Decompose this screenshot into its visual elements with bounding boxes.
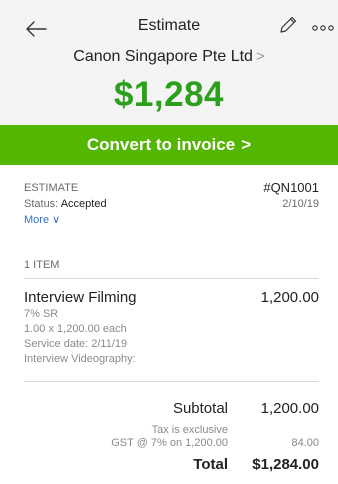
document-type: ESTIMATE	[24, 182, 79, 194]
subtotal-value: 1,200.00	[260, 400, 319, 417]
line-item-service-date: Service date: 2/11/19	[24, 338, 128, 350]
line-item-description: Interview Videography:	[24, 353, 136, 365]
line-item-name: Interview Filming	[24, 289, 137, 306]
more-link[interactable]: More ∨	[24, 212, 107, 228]
tax-note: Tax is exclusive	[151, 424, 228, 436]
convert-to-invoice-button[interactable]: Convert to invoice >	[0, 125, 338, 165]
estimate-header: Estimate Canon Singapore Pte Ltd > $1,284	[0, 0, 338, 125]
item-count: 1 ITEM	[24, 259, 60, 271]
status-value: Accepted	[60, 198, 107, 210]
chevron-right-icon: >	[241, 135, 252, 154]
gst-label: GST @ 7% on 1,200.00	[111, 437, 228, 449]
divider	[24, 381, 319, 382]
pencil-icon[interactable]	[277, 14, 299, 36]
chevron-down-icon: ∨	[52, 214, 61, 226]
line-item-tax-code: 7% SR	[24, 308, 59, 320]
chevron-right-icon: >	[255, 48, 265, 65]
estimate-number: #QN1001	[263, 180, 319, 195]
line-item-quantity: 1.00 x 1,200.00 each	[24, 323, 127, 335]
total-value: $1,284.00	[252, 456, 319, 473]
divider	[24, 278, 319, 279]
more-label: More	[24, 214, 50, 226]
subtotal-label: Subtotal	[172, 400, 228, 417]
status-line: Status: Accepted	[24, 196, 107, 212]
gst-value: 84.00	[291, 437, 319, 449]
line-item-amount: 1,200.00	[260, 289, 319, 306]
line-item-details: 7% SR 1.00 x 1,200.00 each Service date:…	[24, 307, 136, 367]
estimate-meta: ESTIMATE Status: Accepted More ∨	[24, 180, 107, 228]
status-label: Status:	[24, 198, 59, 210]
convert-label: Convert to invoice	[86, 135, 236, 154]
estimate-number-block: #QN1001 2/10/19	[263, 180, 319, 212]
estimate-amount: $1,284	[113, 75, 225, 114]
total-label: Total	[193, 456, 228, 473]
more-horizontal-icon[interactable]	[312, 25, 334, 31]
estimate-date: 2/10/19	[282, 198, 319, 210]
customer-name: Canon Singapore Pte Ltd	[73, 48, 253, 65]
customer-name-link[interactable]: Canon Singapore Pte Ltd >	[0, 48, 338, 66]
